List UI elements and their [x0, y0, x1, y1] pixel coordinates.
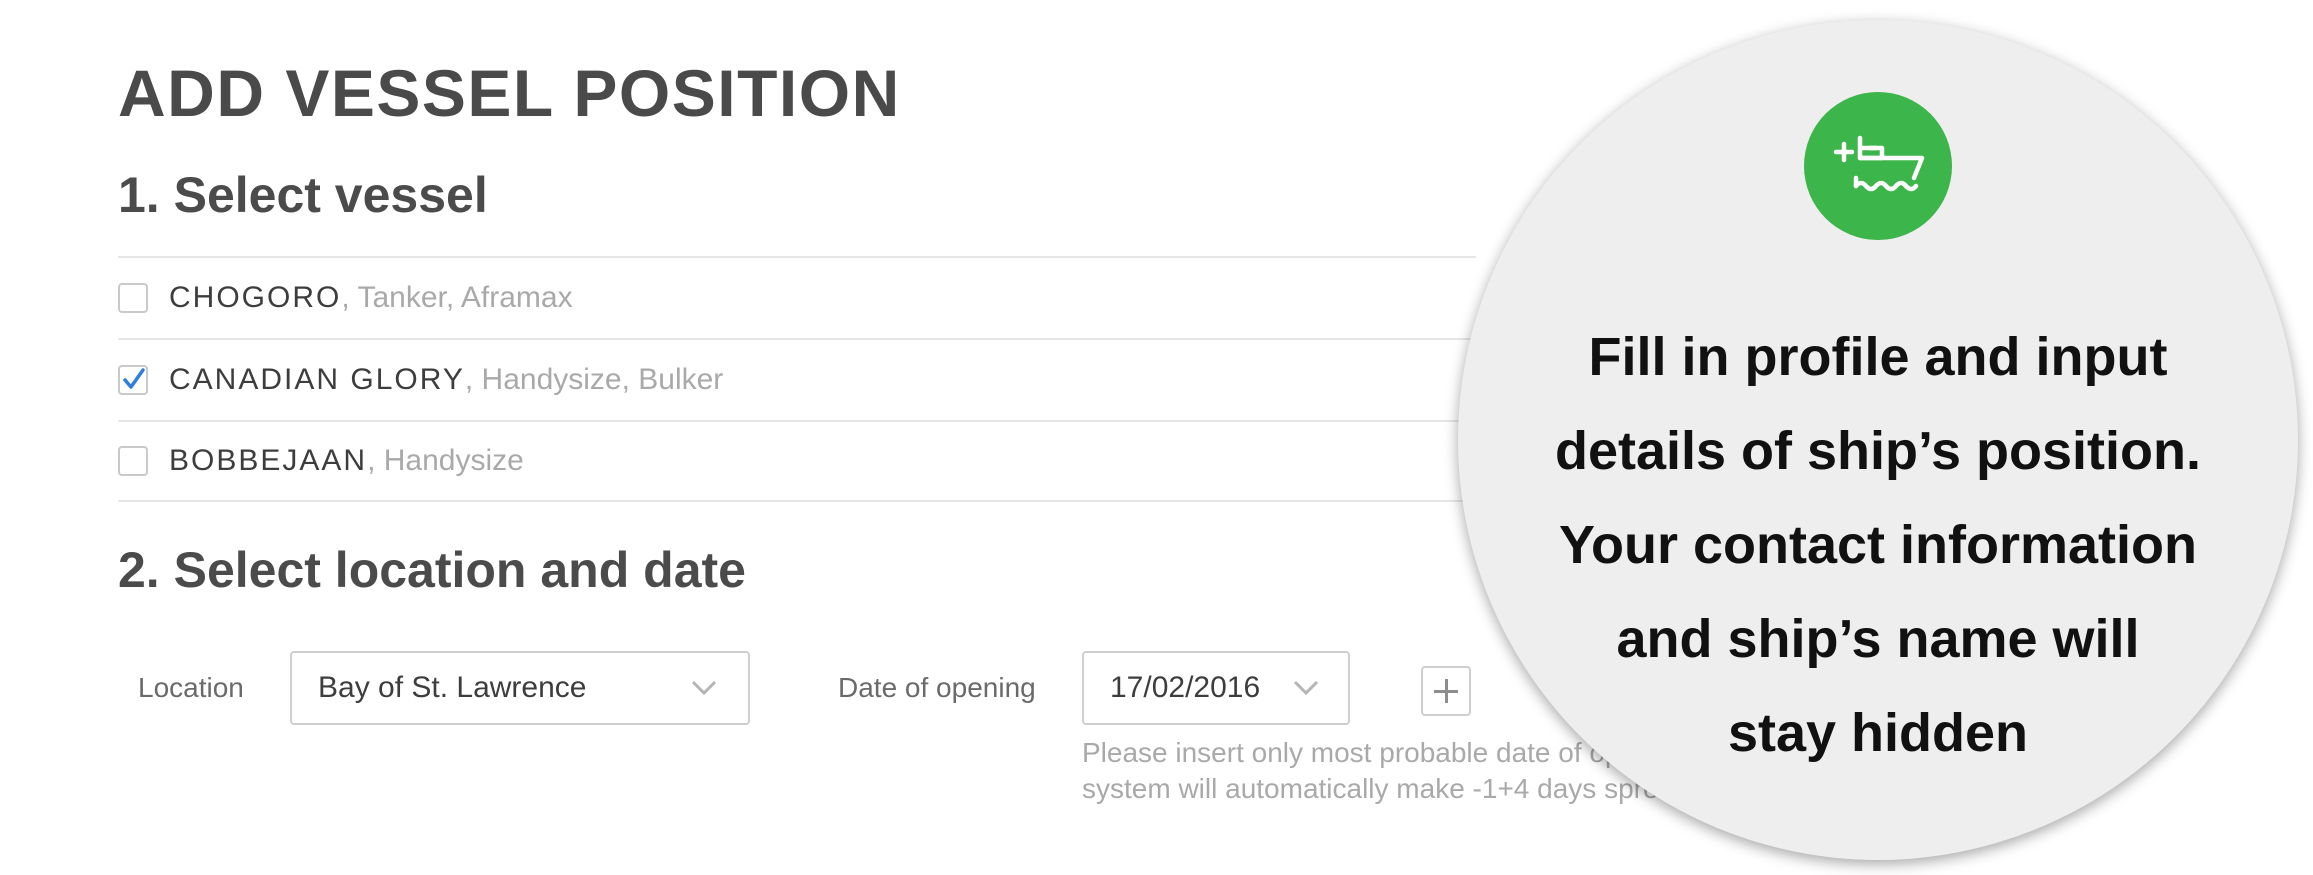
- date-label: Date of opening: [838, 672, 1036, 703]
- page-title: ADD VESSEL POSITION: [118, 56, 901, 130]
- callout-line: stay hidden: [1727, 703, 2029, 763]
- vessel-checkbox-chogoro[interactable]: [118, 283, 148, 313]
- vessel-meta: , Handysize: [367, 444, 524, 477]
- vessel-label: BOBBEJAAN, Handysize: [169, 444, 524, 478]
- vessel-meta: , Handysize, Bulker: [464, 363, 724, 396]
- vessel-row-canadian-glory[interactable]: CANADIAN GLORY, Handysize, Bulker: [118, 338, 1476, 420]
- chevron-down-icon: [1293, 680, 1319, 696]
- callout-line: Your contact information: [1558, 515, 2197, 575]
- checkmark-icon: [123, 368, 145, 389]
- location-value: Bay of St. Lawrence: [318, 671, 587, 704]
- vessel-name: CANADIAN GLORY: [169, 363, 465, 396]
- callout-line: and ship’s name will: [1616, 609, 2140, 669]
- vessel-checkbox-bobbejaan[interactable]: [118, 446, 148, 476]
- date-value: 17/02/2016: [1110, 671, 1261, 704]
- vessel-name: BOBBEJAAN: [169, 444, 368, 477]
- chevron-down-icon: [691, 680, 717, 696]
- location-select[interactable]: Bay of St. Lawrence: [290, 651, 750, 725]
- callout-line: Fill in profile and input: [1588, 327, 2168, 387]
- section-select-vessel-title: 1. Select vessel: [118, 167, 488, 223]
- callout-line: details of ship’s position.: [1554, 421, 2202, 481]
- vessel-label: CHOGORO, Tanker, Aframax: [169, 281, 573, 315]
- vessel-label: CANADIAN GLORY, Handysize, Bulker: [169, 363, 723, 397]
- vessel-meta: , Tanker, Aframax: [341, 281, 573, 314]
- info-callout: Fill in profile and input details of shi…: [1458, 20, 2298, 860]
- vessel-row-chogoro[interactable]: CHOGORO, Tanker, Aframax: [118, 256, 1476, 338]
- add-ship-icon: [1804, 92, 1952, 240]
- vessel-name: CHOGORO: [169, 281, 342, 314]
- vessel-checkbox-canadian-glory[interactable]: [118, 365, 148, 395]
- location-label: Location: [138, 672, 244, 703]
- add-date-button[interactable]: [1421, 666, 1471, 716]
- vessel-row-bobbejaan[interactable]: BOBBEJAAN, Handysize: [118, 420, 1476, 502]
- date-select[interactable]: 17/02/2016: [1082, 651, 1350, 725]
- vessel-list: CHOGORO, Tanker, Aframax CANADIAN GLORY,…: [118, 256, 1476, 502]
- callout-text: Fill in profile and input details of shi…: [1518, 310, 2238, 780]
- section-select-location-title: 2. Select location and date: [118, 542, 746, 598]
